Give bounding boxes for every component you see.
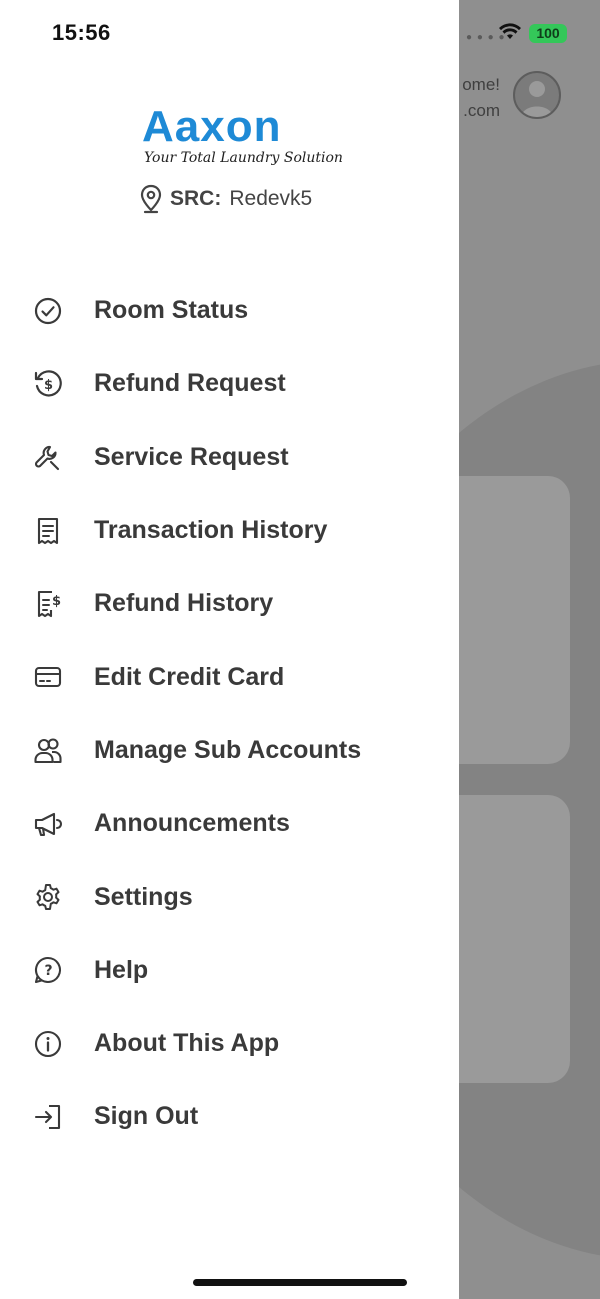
menu-item-settings[interactable]: Settings xyxy=(0,860,459,933)
gear-icon xyxy=(32,881,64,913)
menu-item-label: Refund Request xyxy=(94,369,286,398)
menu-item-edit-credit-card[interactable]: Edit Credit Card xyxy=(0,640,459,713)
menu-item-label: Service Request xyxy=(94,442,289,471)
navigation-drawer: 15:56 Aaxon Your Total Laundry Solution … xyxy=(0,0,459,1299)
menu-item-label: Manage Sub Accounts xyxy=(94,735,362,764)
menu-item-label: Room Status xyxy=(94,296,249,325)
sign-out-icon xyxy=(32,1101,64,1133)
menu-item-about-this-app[interactable]: About This App xyxy=(0,1007,459,1080)
menu-item-label: Announcements xyxy=(94,809,290,838)
check-circle-icon xyxy=(32,295,64,327)
svg-text:$: $ xyxy=(44,378,53,393)
menu-item-help[interactable]: ? Help xyxy=(0,934,459,1007)
src-label: SRC: xyxy=(170,187,222,210)
menu-item-manage-sub-accounts[interactable]: Manage Sub Accounts xyxy=(0,714,459,787)
drawer-menu: Room Status $ Refund Request Service Req… xyxy=(0,274,459,1154)
svg-text:$: $ xyxy=(52,594,61,609)
battery-indicator: 100 xyxy=(529,24,567,43)
location-row: SRC: Redevk5 xyxy=(140,184,312,214)
wrench-icon xyxy=(32,441,64,473)
logo-text: Aaxon xyxy=(142,102,282,151)
menu-item-room-status[interactable]: Room Status xyxy=(0,274,459,347)
menu-item-label: About This App xyxy=(94,1029,280,1058)
home-indicator[interactable] xyxy=(193,1279,407,1286)
menu-item-refund-history[interactable]: $ Refund History xyxy=(0,567,459,640)
status-time: 15:56 xyxy=(52,20,111,45)
menu-item-service-request[interactable]: Service Request xyxy=(0,421,459,494)
logo-tagline: Your Total Laundry Solution xyxy=(144,150,343,166)
menu-item-refund-request[interactable]: $ Refund Request xyxy=(0,347,459,420)
menu-item-sign-out[interactable]: Sign Out xyxy=(0,1080,459,1153)
menu-item-label: Transaction History xyxy=(94,516,328,545)
refund-icon: $ xyxy=(32,368,64,400)
menu-item-label: Refund History xyxy=(94,589,274,618)
wifi-icon xyxy=(499,23,521,39)
email-line: .com xyxy=(463,101,500,120)
svg-text:?: ? xyxy=(44,963,52,979)
user-icon xyxy=(521,81,553,117)
receipt-icon xyxy=(32,515,64,547)
receipt-dollar-icon: $ xyxy=(32,588,64,620)
menu-item-label: Settings xyxy=(94,882,193,911)
users-icon xyxy=(32,734,64,766)
aaxon-logo: Aaxon Your Total Laundry Solution xyxy=(142,102,343,170)
src-value: Redevk5 xyxy=(229,187,313,210)
menu-item-label: Sign Out xyxy=(94,1102,199,1131)
menu-item-label: Help xyxy=(94,955,149,984)
info-icon xyxy=(32,1028,64,1060)
help-icon: ? xyxy=(32,954,64,986)
location-pin-icon xyxy=(140,184,162,214)
avatar[interactable] xyxy=(513,71,561,119)
credit-card-icon xyxy=(32,661,64,693)
welcome-text: ome! .com xyxy=(462,72,500,124)
menu-item-transaction-history[interactable]: Transaction History xyxy=(0,494,459,567)
menu-item-label: Edit Credit Card xyxy=(94,662,285,691)
menu-item-announcements[interactable]: Announcements xyxy=(0,787,459,860)
megaphone-icon xyxy=(32,808,64,840)
welcome-line: ome! xyxy=(462,75,500,94)
